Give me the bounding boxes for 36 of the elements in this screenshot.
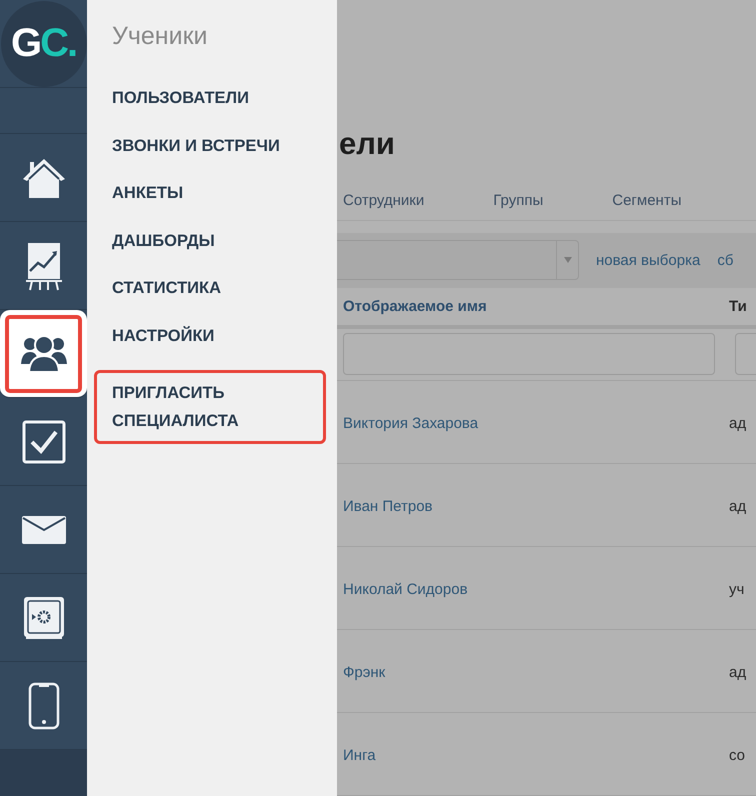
table-cell: уч (729, 580, 744, 598)
home-icon (20, 156, 66, 198)
user-name-link[interactable]: Виктория Захарова (337, 414, 729, 432)
menu-item[interactable]: ЗВОНКИ И ВСТРЕЧИ (112, 122, 280, 170)
user-name-link[interactable]: Фрэнк (337, 664, 729, 680)
table-cell: ад (729, 498, 746, 514)
column-header[interactable]: Отображаемое имя (337, 298, 729, 315)
menu-item[interactable]: ПОЛЬЗОВАТЕЛИ (112, 75, 249, 122)
menu-item[interactable]: ПРИГЛАСИТЬ СПЕЦИАЛИСТА (94, 370, 326, 444)
page-title: ели (339, 126, 396, 162)
menu-item[interactable]: АНКЕТЫ (112, 170, 184, 218)
table-cell: со (729, 746, 746, 764)
menu-item[interactable]: НАСТРОЙКИ (112, 312, 214, 360)
table-cell: ад (729, 414, 746, 432)
link[interactable]: сб (717, 252, 734, 269)
user-name-link[interactable]: Николай Сидоров (337, 580, 729, 598)
phone-icon (28, 682, 60, 730)
nav-item[interactable] (0, 310, 87, 398)
menu-title: Ученики (112, 22, 208, 51)
safe-icon (22, 596, 64, 640)
user-name-link[interactable]: Инга (337, 746, 729, 764)
filter-field[interactable] (343, 333, 715, 376)
tab[interactable]: Сегменты (612, 192, 682, 210)
tab[interactable]: Группы (493, 192, 544, 210)
chart-easel-icon (26, 240, 62, 290)
menu-item[interactable]: СТАТИСТИКА (112, 265, 222, 312)
checkbox-icon (22, 420, 66, 464)
column-header[interactable]: Ти (729, 298, 747, 315)
link[interactable]: новая выборка (596, 252, 700, 269)
logo[interactable]: GC. (0, 0, 86, 86)
menu-item[interactable]: ДАШБОРДЫ (112, 218, 215, 265)
caret-icon (564, 257, 572, 264)
tab[interactable]: Сотрудники (343, 192, 424, 210)
envelope-icon (22, 516, 66, 544)
table-cell: ад (729, 664, 746, 680)
user-name-link[interactable]: Иван Петров (337, 498, 729, 514)
